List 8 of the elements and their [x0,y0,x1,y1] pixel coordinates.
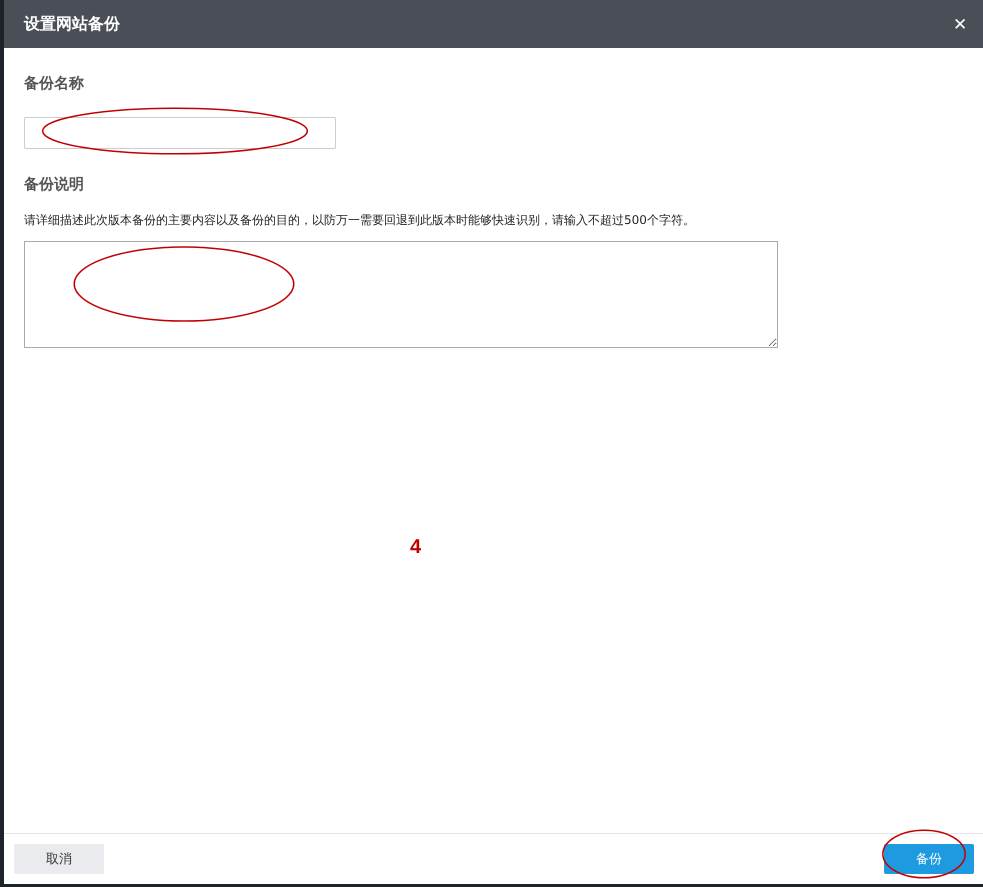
hint-text: 请详细描述此次版本备份的主要内容以及备份的目的，以防万一需要回退到此版本时能够快速识别，请输入不超过500个字符。 [24,212,696,229]
dialog-title: 设置网站备份 [24,14,120,34]
field-label: 备份名称 [24,74,85,93]
step-number: 4 [410,536,422,559]
cancel-button[interactable]: 取消 [14,844,104,874]
close-button[interactable]: ✕ [953,14,967,34]
field-label: 备份说明 [24,175,85,194]
input-field[interactable] [24,117,336,149]
